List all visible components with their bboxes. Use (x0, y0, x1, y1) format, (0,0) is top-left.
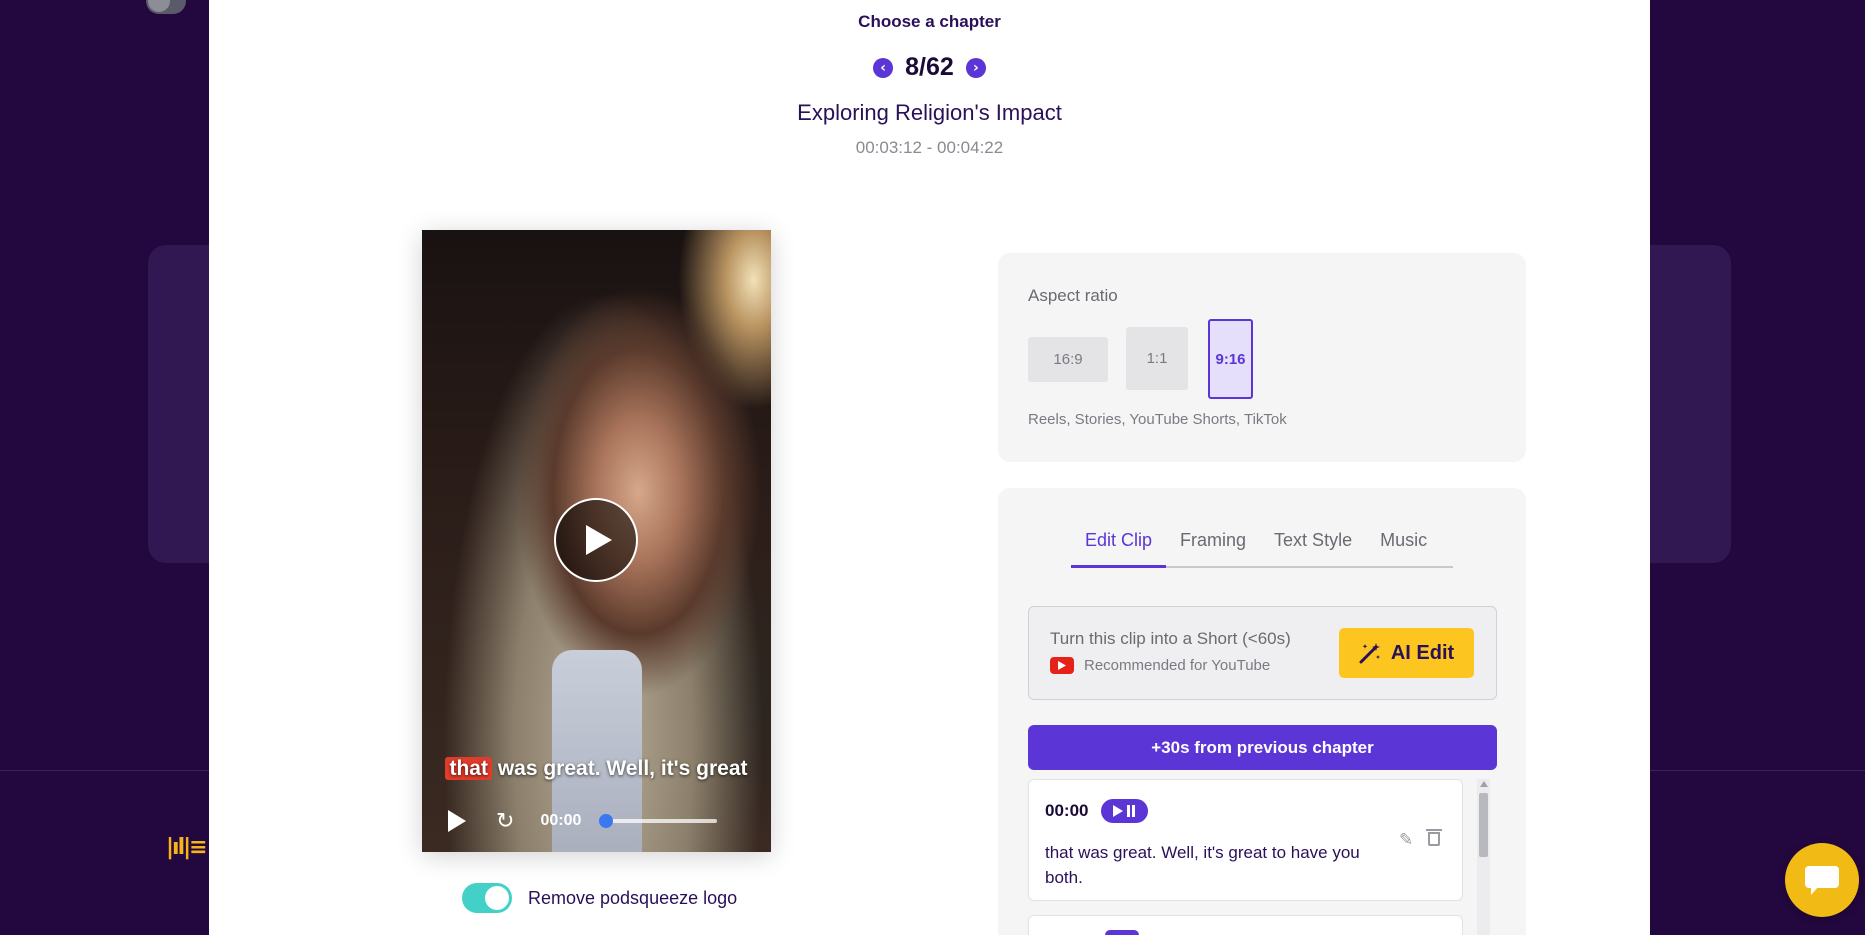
chevron-right-icon[interactable]: › (965, 57, 986, 78)
play-icon (448, 810, 466, 832)
tab-edit-clip[interactable]: Edit Clip (1071, 528, 1167, 568)
aspect-option-9-16[interactable]: 9:16 (1208, 319, 1253, 399)
chapter-count: 8/62 (905, 53, 954, 81)
aspect-ratio-card: Aspect ratio 16:9 1:1 9:16 Reels, Storie… (998, 253, 1526, 462)
play-overlay-button[interactable] (554, 498, 638, 582)
scrollbar-thumb[interactable] (1479, 793, 1488, 857)
tab-text-style[interactable]: Text Style (1260, 528, 1366, 568)
video-current-time: 00:00 (540, 812, 582, 829)
magic-wand-icon (1359, 643, 1380, 664)
video-caption: that was great. Well, it's great (422, 757, 771, 781)
aspect-ratio-title: Aspect ratio (1028, 286, 1118, 305)
aspect-option-16-9[interactable]: 16:9 (1028, 337, 1108, 382)
remove-logo-toggle[interactable] (462, 883, 512, 913)
scroll-up-icon[interactable] (1480, 781, 1488, 787)
ai-short-subtitle-row: Recommended for YouTube (1050, 657, 1270, 674)
aspect-option-1-1[interactable]: 1:1 (1126, 327, 1188, 390)
ai-edit-button[interactable]: AI Edit (1339, 628, 1474, 678)
caption-text: was great. Well, it's great (491, 757, 748, 780)
replay-icon[interactable]: ↻ (496, 809, 514, 834)
background-toggle (146, 0, 186, 14)
transcript-segment-next[interactable] (1028, 915, 1463, 935)
segment-text: that was great. Well, it's great to have… (1045, 843, 1360, 887)
play-pause-button[interactable] (1105, 930, 1139, 935)
scrubber-handle[interactable] (599, 814, 614, 828)
ai-short-subtitle: Recommended for YouTube (1084, 657, 1271, 674)
chat-bubble-icon[interactable] (1785, 843, 1859, 917)
transcript-segment[interactable]: 00:00 that was great. Well, it's great t… (1028, 779, 1463, 901)
video-player[interactable]: that was great. Well, it's great ↻ 00:00 (422, 230, 771, 852)
chevron-left-icon[interactable]: ‹ (873, 57, 894, 78)
add-previous-chapter-button[interactable]: +30s from previous chapter (1028, 725, 1497, 770)
youtube-icon (1050, 657, 1074, 674)
caption-highlight-word: that (445, 757, 492, 780)
ai-edit-label: AI Edit (1390, 641, 1455, 664)
pencil-icon[interactable]: ✎ (1399, 830, 1413, 850)
clip-editor-card: Edit Clip Framing Text Style Music Turn … (998, 488, 1526, 935)
video-scrubber[interactable] (599, 814, 718, 828)
podsqueeze-logo-icon: |ıl|≡ (166, 835, 208, 860)
editor-tabs: Edit Clip Framing Text Style Music (1071, 528, 1453, 568)
trash-icon[interactable] (1426, 829, 1442, 846)
aspect-ratio-description: Reels, Stories, YouTube Shorts, TikTok (1028, 411, 1287, 428)
play-pause-button[interactable] (1101, 799, 1148, 823)
video-controls: ↻ 00:00 (422, 790, 771, 852)
pause-icon (1127, 805, 1135, 817)
segment-time: 00:00 (1045, 801, 1089, 820)
ai-short-box: Turn this clip into a Short (<60s) Recom… (1028, 606, 1497, 700)
ai-short-title: Turn this clip into a Short (<60s) (1050, 629, 1291, 648)
remove-logo-label: Remove podsqueeze logo (528, 887, 738, 908)
chapter-label: Choose a chapter (858, 12, 1001, 31)
tab-music[interactable]: Music (1366, 528, 1441, 568)
tab-framing[interactable]: Framing (1166, 528, 1260, 568)
remove-logo-row: Remove podsqueeze logo (462, 883, 737, 913)
chapter-time-range: 00:03:12 - 00:04:22 (855, 138, 1004, 157)
chapter-navigation: ‹ 8/62 › (209, 53, 1650, 82)
play-icon (586, 525, 612, 555)
play-icon (1113, 805, 1123, 817)
chapter-title: Exploring Religion's Impact (797, 100, 1062, 125)
segments-scrollbar[interactable] (1477, 779, 1490, 935)
play-button[interactable] (448, 809, 472, 833)
clip-editor-modal: Choose a chapter ‹ 8/62 › Exploring Reli… (209, 0, 1650, 935)
